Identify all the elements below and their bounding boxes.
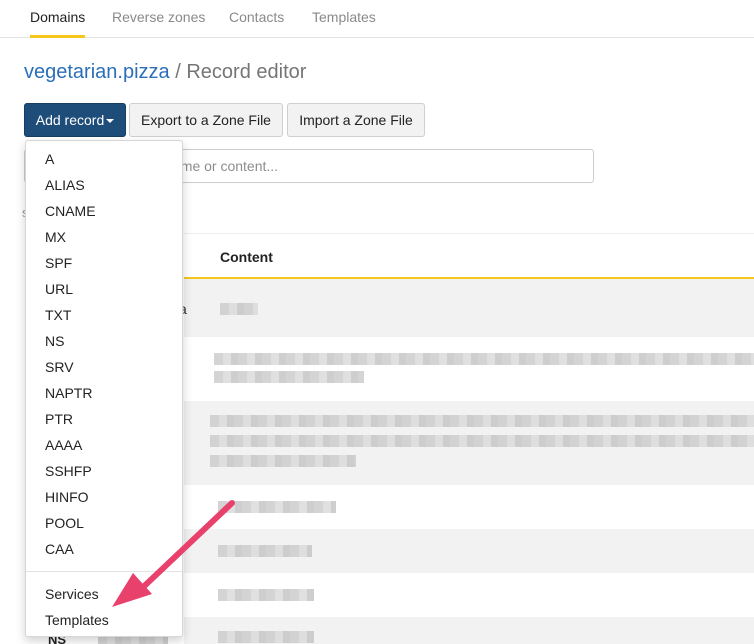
menu-item-caa[interactable]: CAA bbox=[45, 541, 74, 557]
import-zone-file-button[interactable]: Import a Zone File bbox=[287, 103, 425, 137]
add-record-label: Add record bbox=[35, 112, 105, 128]
tab-domains[interactable]: Domains bbox=[30, 0, 86, 38]
menu-item-txt[interactable]: TXT bbox=[45, 307, 71, 323]
menu-item-a[interactable]: A bbox=[45, 151, 54, 167]
table-row[interactable]: za bbox=[172, 279, 754, 337]
export-zone-file-button[interactable]: Export to a Zone File bbox=[129, 103, 283, 137]
redacted-content bbox=[210, 435, 754, 447]
column-header-content[interactable]: Content bbox=[220, 249, 273, 265]
table-row[interactable] bbox=[184, 617, 754, 644]
section-title: Record editor bbox=[186, 61, 307, 83]
menu-item-srv[interactable]: SRV bbox=[45, 359, 74, 375]
page-title: vegetarian.pizza / Record editor bbox=[24, 61, 306, 84]
menu-item-sshfp[interactable]: SSHFP bbox=[45, 463, 92, 479]
menu-item-services[interactable]: Services bbox=[45, 586, 99, 602]
redacted-content bbox=[218, 545, 312, 557]
redacted-content bbox=[220, 303, 258, 315]
redacted-content bbox=[214, 353, 754, 365]
menu-item-pool[interactable]: POOL bbox=[45, 515, 84, 531]
menu-item-mx[interactable]: MX bbox=[45, 229, 66, 245]
redacted-content bbox=[214, 371, 364, 383]
table-row[interactable] bbox=[184, 573, 754, 617]
table-row[interactable] bbox=[184, 401, 754, 485]
menu-divider bbox=[26, 571, 182, 572]
redacted-content bbox=[210, 415, 754, 427]
table-row[interactable] bbox=[184, 529, 754, 573]
menu-item-templates[interactable]: Templates bbox=[45, 612, 109, 628]
menu-item-cname[interactable]: CNAME bbox=[45, 203, 96, 219]
table-row[interactable] bbox=[184, 337, 754, 401]
redacted-content bbox=[210, 455, 356, 467]
redacted-content bbox=[218, 631, 314, 643]
redacted-content bbox=[218, 501, 336, 513]
menu-item-naptr[interactable]: NAPTR bbox=[45, 385, 92, 401]
menu-item-aaaa[interactable]: AAAA bbox=[45, 437, 82, 453]
table-row[interactable] bbox=[184, 485, 754, 529]
add-record-dropdown-menu: A ALIAS CNAME MX SPF URL TXT NS SRV NAPT… bbox=[25, 140, 183, 637]
menu-item-url[interactable]: URL bbox=[45, 281, 73, 297]
tab-templates[interactable]: Templates bbox=[312, 0, 376, 38]
top-navigation: Domains Reverse zones Contacts Templates bbox=[0, 0, 754, 38]
breadcrumb-separator: / bbox=[175, 61, 181, 83]
menu-item-ptr[interactable]: PTR bbox=[45, 411, 73, 427]
table-header: Content bbox=[184, 233, 754, 279]
add-record-button[interactable]: Add record bbox=[24, 103, 126, 137]
redacted-content bbox=[218, 589, 314, 601]
domain-link[interactable]: vegetarian.pizza bbox=[24, 61, 170, 83]
menu-item-hinfo[interactable]: HINFO bbox=[45, 489, 89, 505]
records-table: Content za bbox=[172, 233, 754, 644]
menu-item-alias[interactable]: ALIAS bbox=[45, 177, 85, 193]
tab-contacts[interactable]: Contacts bbox=[229, 0, 284, 38]
caret-down-icon bbox=[106, 119, 115, 124]
menu-item-spf[interactable]: SPF bbox=[45, 255, 72, 271]
tab-reverse-zones[interactable]: Reverse zones bbox=[112, 0, 205, 38]
menu-item-ns[interactable]: NS bbox=[45, 333, 64, 349]
